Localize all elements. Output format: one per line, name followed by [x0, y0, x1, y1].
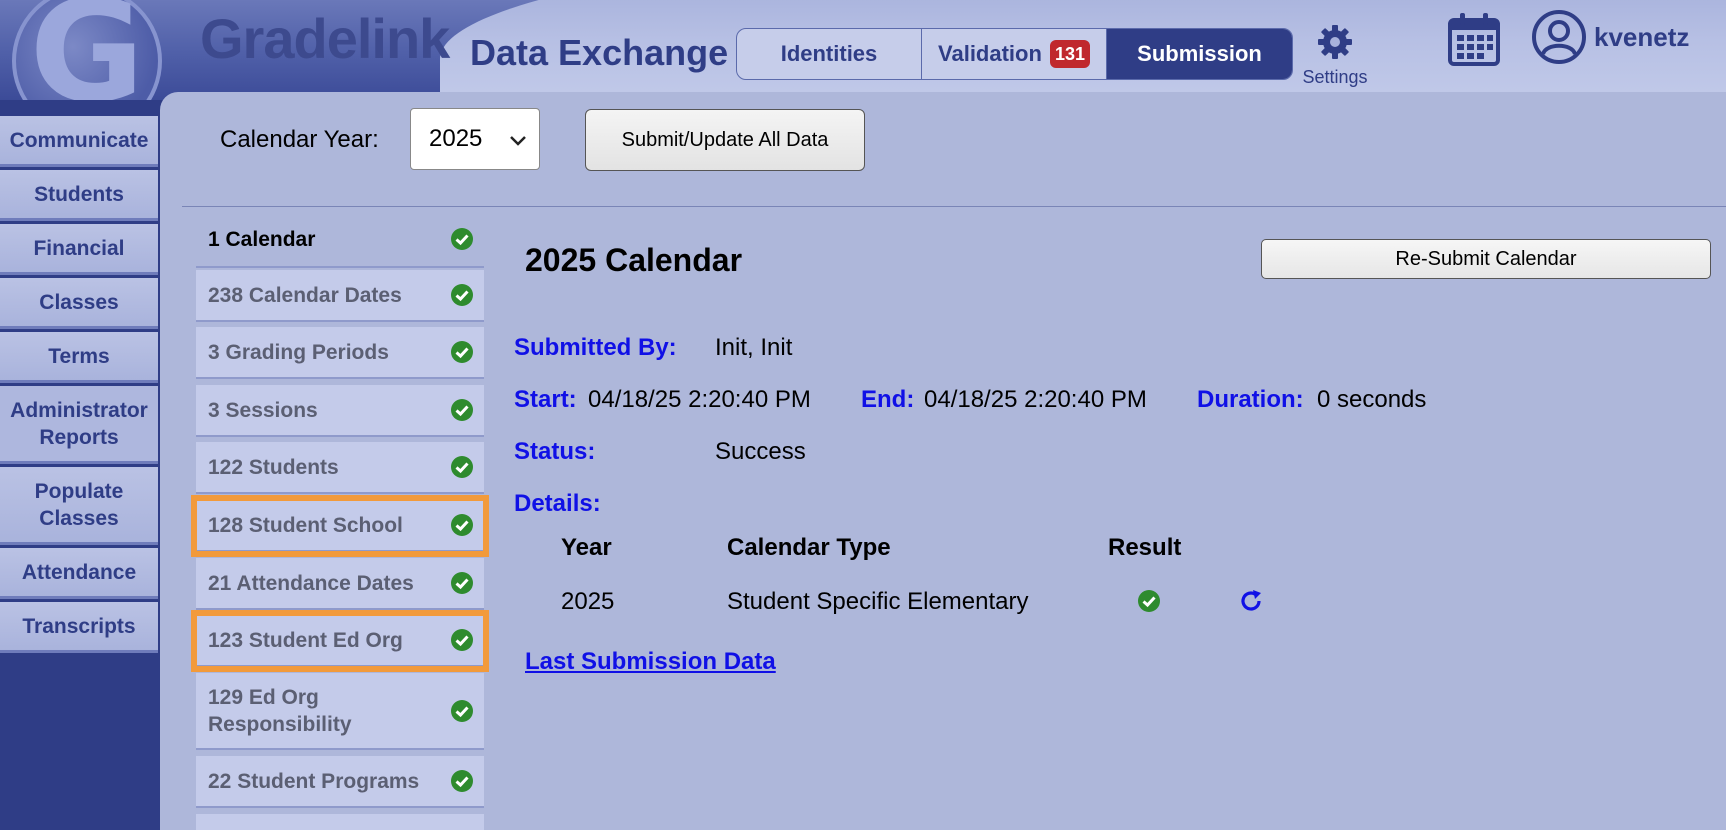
main-panel: Calendar Year: 2025 Submit/Update All Da… [160, 92, 1726, 830]
nav-item-populate-classes[interactable]: Populate Classes [0, 467, 158, 545]
nav-label: Administrator Reports [10, 398, 148, 449]
check-circle-icon [451, 629, 473, 651]
nav-item-communicate[interactable]: Communicate [0, 116, 158, 167]
nav-item-attendance[interactable]: Attendance [0, 548, 158, 599]
submitted-by-label: Submitted By: [514, 334, 677, 361]
app-title: Data Exchange [470, 32, 729, 73]
section-label: 22 Student Programs [208, 769, 420, 793]
status-value: Success [715, 438, 806, 465]
table-cell-year: 2025 [561, 588, 615, 615]
nav-label: Terms [48, 344, 110, 368]
nav-label: Attendance [21, 560, 137, 584]
check-circle-icon [451, 228, 473, 250]
section-label: 123 Student Ed Org [208, 628, 403, 652]
section-item-student-school[interactable]: 128 Student School [196, 500, 484, 552]
nav-item-classes[interactable]: Classes [0, 278, 158, 329]
nav-label: Students [34, 182, 124, 206]
main-tabs: Identities Validation 131 Submission [736, 28, 1293, 80]
section-label: 128 Student School [208, 513, 403, 537]
submit-update-all-button[interactable]: Submit/Update All Data [585, 109, 865, 171]
start-value: 04/18/25 2:20:40 PM [588, 386, 811, 413]
check-circle-icon [1138, 590, 1160, 612]
top-header: G Gradelink Data Exchange Identities Val… [0, 0, 1726, 100]
section-item-calendar-dates[interactable]: 238 Calendar Dates [196, 270, 484, 322]
tab-submission-label: Submission [1137, 41, 1262, 66]
table-header-result: Result [1108, 534, 1182, 561]
username: kvenetz [1594, 21, 1690, 52]
end-value: 04/18/25 2:20:40 PM [924, 386, 1147, 413]
section-label: 3 Grading Periods [208, 340, 389, 364]
toolbar-divider [182, 206, 1726, 207]
section-item-student-programs[interactable]: 22 Student Programs [196, 756, 484, 808]
calendar-year-value: 2025 [429, 125, 483, 152]
nav-label: Classes [39, 290, 119, 314]
calendar-year-select[interactable]: 2025 [410, 108, 540, 170]
logo-g-icon: G [29, 0, 145, 100]
duration-value: 0 seconds [1317, 386, 1427, 413]
user-menu[interactable]: kvenetz [1532, 10, 1689, 64]
check-circle-icon [451, 514, 473, 536]
last-submission-data-link[interactable]: Last Submission Data [525, 648, 776, 676]
details-label: Details: [514, 490, 601, 517]
nav-label: Transcripts [22, 614, 136, 638]
check-circle-icon [451, 341, 473, 363]
tab-validation[interactable]: Validation 131 [922, 29, 1107, 79]
tab-identities[interactable]: Identities [737, 29, 922, 79]
section-item-students[interactable]: 122 Students [196, 442, 484, 494]
check-circle-icon [451, 572, 473, 594]
section-item-student-ed-org[interactable]: 123 Student Ed Org [196, 615, 484, 667]
refresh-icon[interactable] [1238, 588, 1264, 614]
tab-submission[interactable]: Submission [1107, 29, 1292, 79]
settings-label: Settings [1302, 67, 1368, 87]
nav-item-terms[interactable]: Terms [0, 332, 158, 383]
user-avatar-icon [1532, 10, 1586, 64]
check-circle-icon [451, 699, 473, 722]
settings-button[interactable]: Settings [1300, 22, 1370, 88]
resubmit-calendar-button[interactable]: Re-Submit Calendar [1261, 239, 1711, 279]
tab-identities-label: Identities [780, 41, 878, 66]
table-header-year: Year [561, 534, 612, 561]
left-nav: Communicate Students Financial Classes T… [0, 100, 160, 830]
nav-item-transcripts[interactable]: Transcripts [0, 602, 158, 653]
end-label: End: [861, 386, 915, 413]
nav-label: Populate Classes [34, 479, 124, 530]
section-label: 1 Calendar [208, 227, 316, 251]
detail-title: 2025 Calendar [525, 242, 743, 278]
brand-name: Gradelink [200, 7, 450, 70]
section-item-ed-org-responsibility[interactable]: 129 Ed Org Responsibility [196, 673, 484, 750]
submitted-by-value: Init, Init [715, 334, 793, 361]
calendar-button[interactable] [1448, 12, 1500, 71]
section-label: 129 Ed Org Responsibility [208, 685, 352, 736]
start-label: Start: [514, 386, 577, 413]
gear-icon [1318, 25, 1352, 59]
tab-validation-label: Validation [938, 41, 1042, 66]
table-header-calendar-type: Calendar Type [727, 534, 891, 561]
section-label: 21 Attendance Dates [208, 571, 414, 595]
section-label: 238 Calendar Dates [208, 283, 402, 307]
check-circle-icon [451, 770, 473, 792]
validation-count-badge: 131 [1049, 40, 1090, 68]
nav-label: Communicate [9, 128, 149, 152]
check-circle-icon [451, 284, 473, 306]
nav-item-administrator-reports[interactable]: Administrator Reports [0, 386, 158, 464]
section-item-partial [196, 814, 484, 830]
nav-item-students[interactable]: Students [0, 170, 158, 221]
duration-label: Duration: [1197, 386, 1304, 413]
calendar-year-label: Calendar Year: [220, 126, 379, 153]
section-item-sessions[interactable]: 3 Sessions [196, 385, 484, 437]
nav-label: Financial [33, 236, 125, 260]
section-label: 3 Sessions [208, 398, 318, 422]
section-label: 122 Students [208, 455, 339, 479]
chevron-down-icon [510, 136, 526, 146]
section-item-attendance-dates[interactable]: 21 Attendance Dates [196, 558, 484, 610]
table-cell-calendar-type: Student Specific Elementary [727, 588, 1029, 615]
calendar-icon [1448, 13, 1500, 66]
section-item-grading-periods[interactable]: 3 Grading Periods [196, 327, 484, 379]
status-label: Status: [514, 438, 596, 465]
check-circle-icon [451, 456, 473, 478]
nav-item-financial[interactable]: Financial [0, 224, 158, 275]
section-item-calendar[interactable]: 1 Calendar [196, 212, 484, 268]
check-circle-icon [451, 399, 473, 421]
